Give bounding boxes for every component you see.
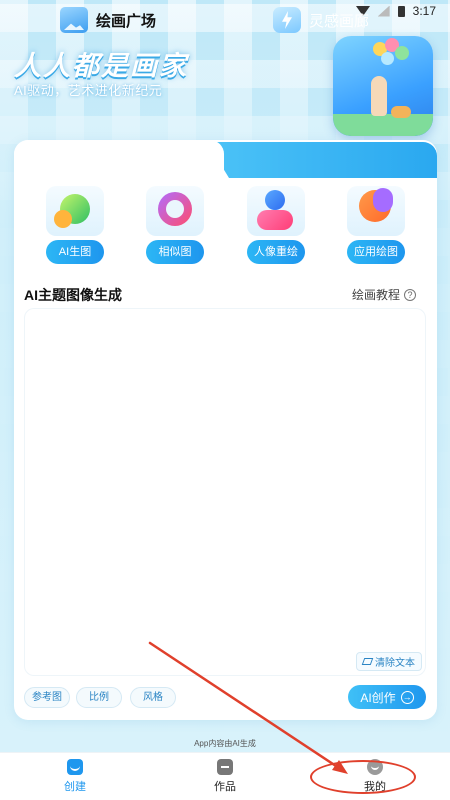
tab-drawing-square[interactable]: 绘画广场 [60, 6, 156, 34]
feature-label: AI生图 [46, 240, 104, 264]
hero-subtitle: AI驱动，艺术进化新纪元 [14, 83, 163, 98]
battery-icon [397, 5, 405, 17]
tab-inspiration-gallery[interactable]: 灵感画廊 [273, 6, 369, 34]
ai-disclaimer: App内容由AI生成 [194, 739, 256, 748]
leaf-icon [46, 186, 104, 236]
nav-label: 作品 [214, 781, 236, 793]
option-ratio[interactable]: 比例 [76, 687, 122, 708]
hero-illustration [333, 36, 433, 136]
clear-text-button[interactable]: 清除文本 [356, 652, 422, 671]
image-icon [60, 7, 88, 33]
feature-similar-image[interactable]: 相似图 [144, 186, 206, 264]
option-reference-image[interactable]: 参考图 [24, 687, 70, 708]
nav-create[interactable]: 创建 [35, 759, 115, 794]
feature-label: 人像重绘 [247, 240, 305, 264]
refresh-icon [146, 186, 204, 236]
nav-works[interactable]: 作品 [185, 759, 265, 794]
picture-icon [67, 759, 83, 775]
arrow-right-icon: → [400, 690, 414, 704]
help-icon: ? [404, 288, 416, 301]
tab-label: 灵感画廊 [309, 12, 370, 30]
bulb-icon [347, 186, 405, 236]
feature-ai-image[interactable]: AI生图 [44, 186, 106, 264]
folder-icon [217, 759, 233, 775]
eraser-icon [361, 658, 374, 665]
tab-label: 绘画广场 [96, 12, 157, 30]
status-time: 3:17 [412, 4, 436, 18]
signal-icon [377, 5, 390, 17]
feature-label: 应用绘图 [347, 240, 405, 264]
feature-label: 相似图 [146, 240, 204, 264]
prompt-input-area[interactable] [24, 308, 426, 676]
annotation-circle [310, 760, 416, 794]
section-title: AI主题图像生成 [24, 287, 122, 303]
nav-label: 创建 [64, 781, 86, 793]
ai-create-button[interactable]: AI创作 → [348, 685, 426, 709]
feature-applied-drawing[interactable]: 应用绘图 [345, 186, 407, 264]
feature-portrait-redraw[interactable]: 人像重绘 [245, 186, 307, 264]
clear-label: 清除文本 [375, 658, 415, 669]
tab-bar [14, 140, 437, 178]
lightning-icon [273, 7, 301, 33]
tutorial-link[interactable]: 绘画教程 ? [352, 286, 416, 303]
prompt-input[interactable] [24, 308, 426, 676]
option-style[interactable]: 风格 [130, 687, 176, 708]
person-icon [247, 186, 305, 236]
hero-title: 人人都是画家 [14, 51, 188, 81]
tutorial-label: 绘画教程 [351, 288, 400, 302]
create-label: AI创作 [360, 690, 396, 705]
